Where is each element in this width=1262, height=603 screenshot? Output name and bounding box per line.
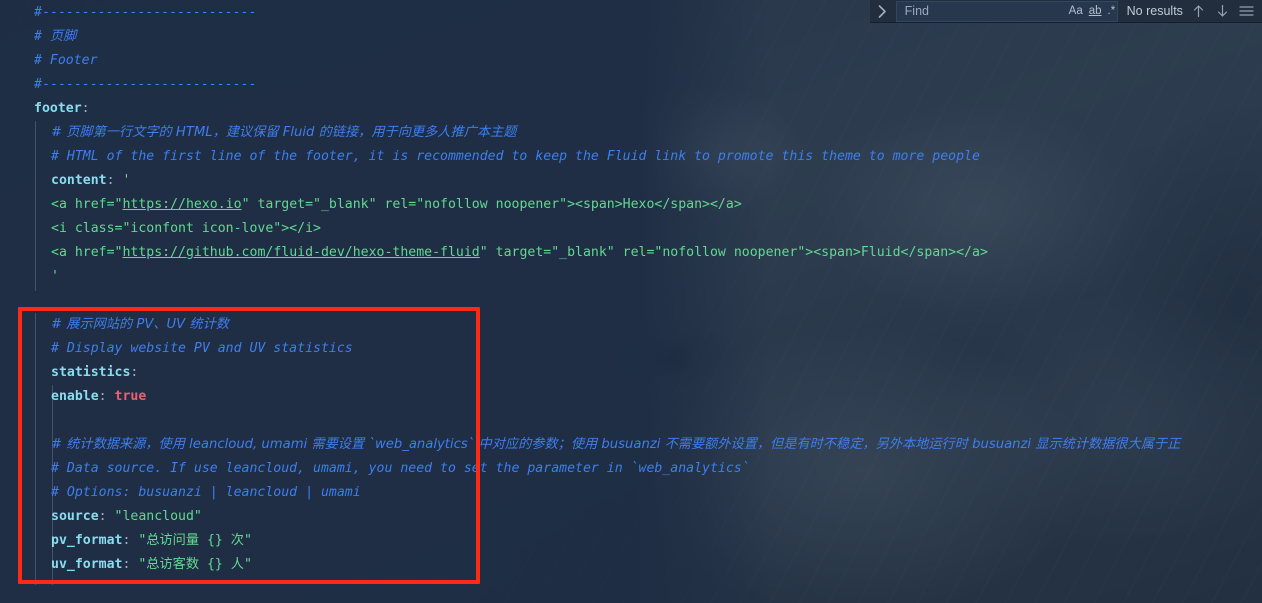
code-token-str: "leancloud" xyxy=(114,509,202,524)
code-token-cmt-cn: # 页脚第一行文字的 HTML，建议保留 Fluid 的链接，用于向更多人推广本… xyxy=(51,125,517,140)
code-line[interactable]: ' xyxy=(0,265,1262,289)
code-line[interactable] xyxy=(0,409,1262,433)
code-token-dash: #--------------------------- xyxy=(34,5,257,20)
code-token-str: ' xyxy=(122,173,131,188)
code-token-key: enable xyxy=(51,389,99,404)
code-token-key: statistics xyxy=(51,365,131,380)
code-line[interactable]: pv_format: "总访问量 {} 次" xyxy=(0,529,1262,553)
code-line[interactable]: # HTML of the first line of the footer, … xyxy=(0,145,1262,169)
code-line[interactable]: # 展示网站的 PV、UV 统计数 xyxy=(0,313,1262,337)
code-line[interactable]: # Data source. If use leancloud, umami, … xyxy=(0,457,1262,481)
code-line[interactable]: source: "leancloud" xyxy=(0,505,1262,529)
code-token-str: "总访客数 {} 人" xyxy=(138,557,252,572)
code-line[interactable]: # Display website PV and UV statistics xyxy=(0,337,1262,361)
code-token-str: " target="_blank" rel="nofollow noopener… xyxy=(241,197,742,212)
code-token-punc: : xyxy=(81,101,90,116)
code-token-cmt: # Footer xyxy=(34,53,98,68)
code-line[interactable]: footer: xyxy=(0,97,1262,121)
code-line[interactable]: enable: true xyxy=(0,385,1262,409)
code-line[interactable]: # Footer xyxy=(0,49,1262,73)
code-line[interactable]: uv_format: "总访客数 {} 人" xyxy=(0,553,1262,577)
code-line[interactable]: <i class="iconfont icon-love"></i> xyxy=(0,217,1262,241)
editor-window: #--------------------------- # 页脚 # Footer… xyxy=(0,0,1262,603)
code-token-punc: : xyxy=(122,533,139,548)
code-line[interactable] xyxy=(0,289,1262,313)
code-token-str: <a href=" xyxy=(51,197,123,212)
code-token-punc: : xyxy=(130,365,139,380)
find-input-wrapper[interactable]: Aa ab .* xyxy=(895,0,1119,22)
code-line[interactable]: <a href="https://hexo.io" target="_blank… xyxy=(0,193,1262,217)
code-line[interactable]: statistics: xyxy=(0,361,1262,385)
arrow-up-icon[interactable] xyxy=(1187,0,1211,23)
find-bar: Aa ab .* No results xyxy=(870,0,1262,23)
code-token-str: <i class="iconfont icon-love"></i> xyxy=(51,221,321,236)
code-line[interactable]: #--------------------------- xyxy=(0,73,1262,97)
code-token-cmt: # Data source. If use leancloud, umami, … xyxy=(51,461,750,476)
code-token-cmt: # HTML of the first line of the footer, … xyxy=(51,149,980,164)
match-case-icon[interactable]: Aa xyxy=(1066,2,1086,20)
code-token-punc: : xyxy=(106,173,123,188)
code-token-punc: : xyxy=(122,557,139,572)
arrow-down-icon[interactable] xyxy=(1211,0,1235,23)
code-token-cmt: # xyxy=(34,29,50,44)
code-line[interactable]: # Options: busuanzi | leancloud | umami xyxy=(0,481,1262,505)
code-line[interactable]: # 统计数据来源，使用 leancloud, umami 需要设置 `web_a… xyxy=(0,433,1262,457)
code-line[interactable]: <a href="https://github.com/fluid-dev/he… xyxy=(0,241,1262,265)
code-token-bool: true xyxy=(114,389,147,404)
code-line[interactable]: content: ' xyxy=(0,169,1262,193)
code-token-cmt-cn: # 展示网站的 PV、UV 统计数 xyxy=(51,317,229,332)
find-result-status: No results xyxy=(1126,4,1183,18)
code-token-cmt-cn: 页脚 xyxy=(49,29,77,44)
code-token-cmt: # Options: busuanzi | leancloud | umami xyxy=(51,485,361,500)
code-token-str: ' xyxy=(51,269,59,284)
code-token-punc: : xyxy=(98,389,115,404)
code-token-key: source xyxy=(51,509,99,524)
code-token-punc: : xyxy=(98,509,115,524)
code-token-str: " target="_blank" rel="nofollow noopener… xyxy=(479,245,988,260)
code-token-str: "总访问量 {} 次" xyxy=(138,533,252,548)
code-token-key: footer xyxy=(34,101,82,116)
code-token-key: uv_format xyxy=(51,557,123,572)
code-editor-content[interactable]: #--------------------------- # 页脚 # Footer… xyxy=(0,0,1262,603)
chevron-right-icon[interactable] xyxy=(870,0,896,23)
code-token-str: <a href=" xyxy=(51,245,123,260)
code-line[interactable]: # 页脚 xyxy=(0,25,1262,49)
whole-words-icon[interactable]: ab xyxy=(1086,2,1105,20)
hamburger-menu-icon[interactable] xyxy=(1234,0,1258,23)
code-token-cmt: # Display website PV and UV statistics xyxy=(51,341,353,356)
code-token-key: content xyxy=(51,173,107,188)
code-token-link: https://github.com/fluid-dev/hexo-theme-… xyxy=(122,245,480,260)
code-token-cmt-cn: # 统计数据来源，使用 leancloud, umami 需要设置 `web_a… xyxy=(51,437,1181,452)
code-token-key: pv_format xyxy=(51,533,123,548)
search-input[interactable] xyxy=(904,1,1066,21)
code-token-link: https://hexo.io xyxy=(122,197,242,212)
code-token-dash: #--------------------------- xyxy=(34,77,257,92)
regex-icon[interactable]: .* xyxy=(1105,2,1119,20)
code-line[interactable]: # 页脚第一行文字的 HTML，建议保留 Fluid 的链接，用于向更多人推广本… xyxy=(0,121,1262,145)
